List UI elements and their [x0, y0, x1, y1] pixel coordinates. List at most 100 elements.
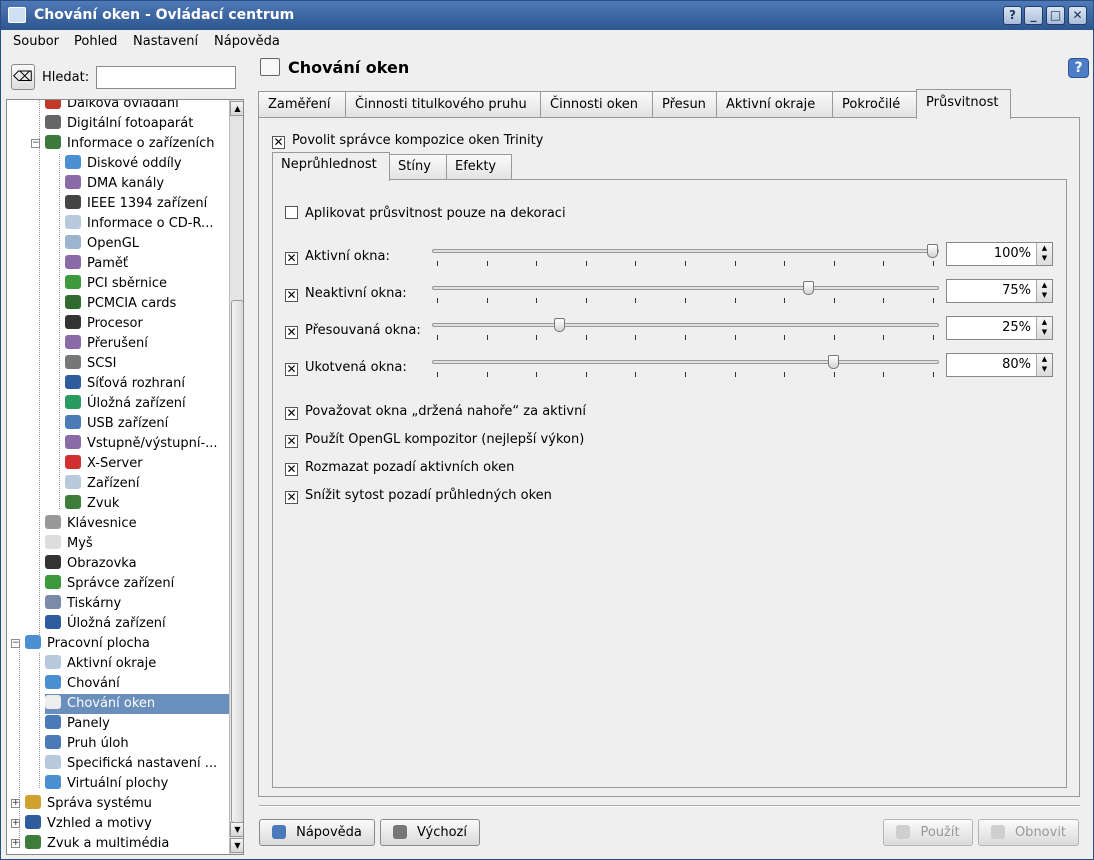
tab-4[interactable]: Aktivní okraje [716, 91, 833, 118]
decor-only-checkbox[interactable] [285, 206, 298, 219]
opacity-slider-handle[interactable] [554, 318, 566, 332]
tree-scrollbar[interactable]: ▲ ▼ ▼ [229, 100, 243, 854]
tree-item[interactable]: Informace o zařízeních [45, 134, 229, 154]
tree-item[interactable]: Specifická nastavení ... [45, 754, 229, 774]
tree-item[interactable]: OpenGL [65, 234, 229, 254]
option-row-3[interactable]: ✕ Snížit sytost pozadí průhledných oken [285, 488, 552, 504]
tree-item[interactable]: Zařízení [65, 474, 229, 494]
tab-0[interactable]: Zaměření [258, 91, 346, 118]
collapse-toggle[interactable]: − [31, 139, 40, 148]
subtab-0[interactable]: Neprůhlednost [272, 152, 390, 181]
menu-help[interactable]: Nápověda [214, 34, 280, 49]
help-icon[interactable]: ? [1068, 58, 1089, 78]
title-bar[interactable]: Chování oken - Ovládací centrum ? _ □ ✕ [1, 1, 1093, 30]
slider-enable-checkbox[interactable]: ✕ [285, 289, 298, 302]
collapse-toggle[interactable]: − [11, 639, 20, 648]
help-button[interactable]: Nápověda [259, 819, 375, 846]
subtab-1[interactable]: Stíny [389, 154, 447, 180]
tree-item[interactable]: Diskové oddíly [65, 154, 229, 174]
scroll-thumb[interactable] [231, 300, 243, 823]
search-input[interactable] [96, 66, 236, 89]
tree-item[interactable]: Dálková ovládání [45, 100, 229, 114]
tree-item[interactable]: Síťová rozhraní [65, 374, 229, 394]
opacity-spinbox[interactable]: 100% ▲ ▼ [946, 242, 1053, 266]
tree-item[interactable]: Správce zařízení [45, 574, 229, 594]
opacity-slider-track[interactable] [432, 323, 939, 327]
expand-toggle[interactable]: + [11, 819, 20, 828]
subtab-2[interactable]: Efekty [446, 154, 512, 180]
slider-row-3[interactable]: ✕ Ukotvená okna: [285, 360, 407, 376]
option-checkbox[interactable]: ✕ [285, 491, 298, 504]
close-button[interactable]: ✕ [1068, 6, 1087, 25]
tree-item[interactable]: Aktivní okraje [45, 654, 229, 674]
expand-toggle[interactable]: + [11, 799, 20, 808]
minimize-button[interactable]: _ [1024, 6, 1043, 25]
default-button[interactable]: Výchozí [380, 819, 480, 846]
spin-arrows[interactable]: ▲ ▼ [1036, 317, 1052, 339]
tree-item[interactable]: Chování oken [45, 694, 229, 714]
tree-item[interactable]: Úložná zařízení [65, 394, 229, 414]
module-tree[interactable]: ▲ ▼ ▼ Dálková ovládání Digitální fotoapar… [6, 99, 244, 855]
enable-compositor-checkbox[interactable]: ✕ [272, 136, 285, 149]
tab-6[interactable]: Průsvitnost [916, 89, 1011, 119]
tree-item[interactable]: Vzhled a motivy [25, 814, 229, 834]
expand-toggle[interactable]: + [11, 839, 20, 848]
tree-item[interactable]: Myš [45, 534, 229, 554]
scroll-up-arrow[interactable]: ▲ [230, 101, 243, 116]
maximize-button[interactable]: □ [1046, 6, 1065, 25]
opacity-slider-handle[interactable] [927, 244, 938, 258]
option-checkbox[interactable]: ✕ [285, 435, 298, 448]
tree-item[interactable]: Úložná zařízení [45, 614, 229, 634]
tree-item[interactable]: PCI sběrnice [65, 274, 229, 294]
opacity-slider-track[interactable] [432, 249, 939, 253]
tree-item[interactable]: Zvuk a multimédia [25, 834, 229, 854]
opacity-spinbox[interactable]: 75% ▲ ▼ [946, 279, 1053, 303]
apply-button[interactable]: Použít [883, 819, 973, 846]
tree-item[interactable]: Panely [45, 714, 229, 734]
opacity-slider-handle[interactable] [802, 281, 814, 295]
spin-arrows[interactable]: ▲ ▼ [1036, 354, 1052, 376]
tab-1[interactable]: Činnosti titulkového pruhu [345, 91, 541, 118]
tree-item[interactable]: Pruh úloh [45, 734, 229, 754]
opacity-slider-track[interactable] [432, 360, 939, 364]
tree-item[interactable]: USB zařízení [65, 414, 229, 434]
tree-item[interactable]: Pracovní plocha [25, 634, 229, 654]
tab-5[interactable]: Pokročilé [832, 91, 917, 118]
slider-enable-checkbox[interactable]: ✕ [285, 252, 298, 265]
option-row-2[interactable]: ✕ Rozmazat pozadí aktivních oken [285, 460, 514, 476]
slider-row-0[interactable]: ✕ Aktivní okna: [285, 249, 390, 265]
tree-item[interactable]: Chování [45, 674, 229, 694]
tree-item[interactable]: SCSI [65, 354, 229, 374]
tree-item[interactable]: Zvuk [65, 494, 229, 514]
tree-item[interactable]: Vstupně/výstupní-... [65, 434, 229, 454]
reset-button[interactable]: Obnovit [978, 819, 1079, 846]
option-row-0[interactable]: ✕ Považovat okna „držená nahoře“ za aktiv… [285, 404, 586, 420]
clear-search-button[interactable]: ⌫ [11, 64, 35, 90]
scroll-down-arrow[interactable]: ▼ [230, 822, 243, 837]
tree-item[interactable]: Informace o CD-R... [65, 214, 229, 234]
tree-item[interactable]: DMA kanály [65, 174, 229, 194]
menu-settings[interactable]: Nastavení [133, 34, 198, 49]
tree-item[interactable]: PCMCIA cards [65, 294, 229, 314]
context-help-button[interactable]: ? [1003, 6, 1022, 25]
decor-only-option[interactable]: Aplikovat průsvitnost pouze na dekoraci [285, 206, 566, 221]
opacity-spinbox[interactable]: 25% ▲ ▼ [946, 316, 1053, 340]
slider-enable-checkbox[interactable]: ✕ [285, 326, 298, 339]
option-checkbox[interactable]: ✕ [285, 407, 298, 420]
menu-view[interactable]: Pohled [74, 34, 117, 49]
tree-item[interactable]: Virtuální plochy [45, 774, 229, 794]
opacity-slider-handle[interactable] [827, 355, 839, 369]
spin-arrows[interactable]: ▲ ▼ [1036, 243, 1052, 265]
tab-2[interactable]: Činnosti oken [540, 91, 653, 118]
opacity-spinbox[interactable]: 80% ▲ ▼ [946, 353, 1053, 377]
panel-splitter[interactable] [245, 99, 251, 855]
menu-file[interactable]: Soubor [13, 34, 59, 49]
slider-row-1[interactable]: ✕ Neaktivní okna: [285, 286, 407, 302]
tree-item[interactable]: Obrazovka [45, 554, 229, 574]
tree-item[interactable]: Klávesnice [45, 514, 229, 534]
option-row-1[interactable]: ✕ Použít OpenGL kompozitor (nejlepší výko… [285, 432, 584, 448]
tree-item[interactable]: X-Server [65, 454, 229, 474]
tree-item[interactable]: Digitální fotoaparát [45, 114, 229, 134]
tab-3[interactable]: Přesun [652, 91, 717, 118]
scroll-down-arrow-2[interactable]: ▼ [230, 838, 243, 853]
